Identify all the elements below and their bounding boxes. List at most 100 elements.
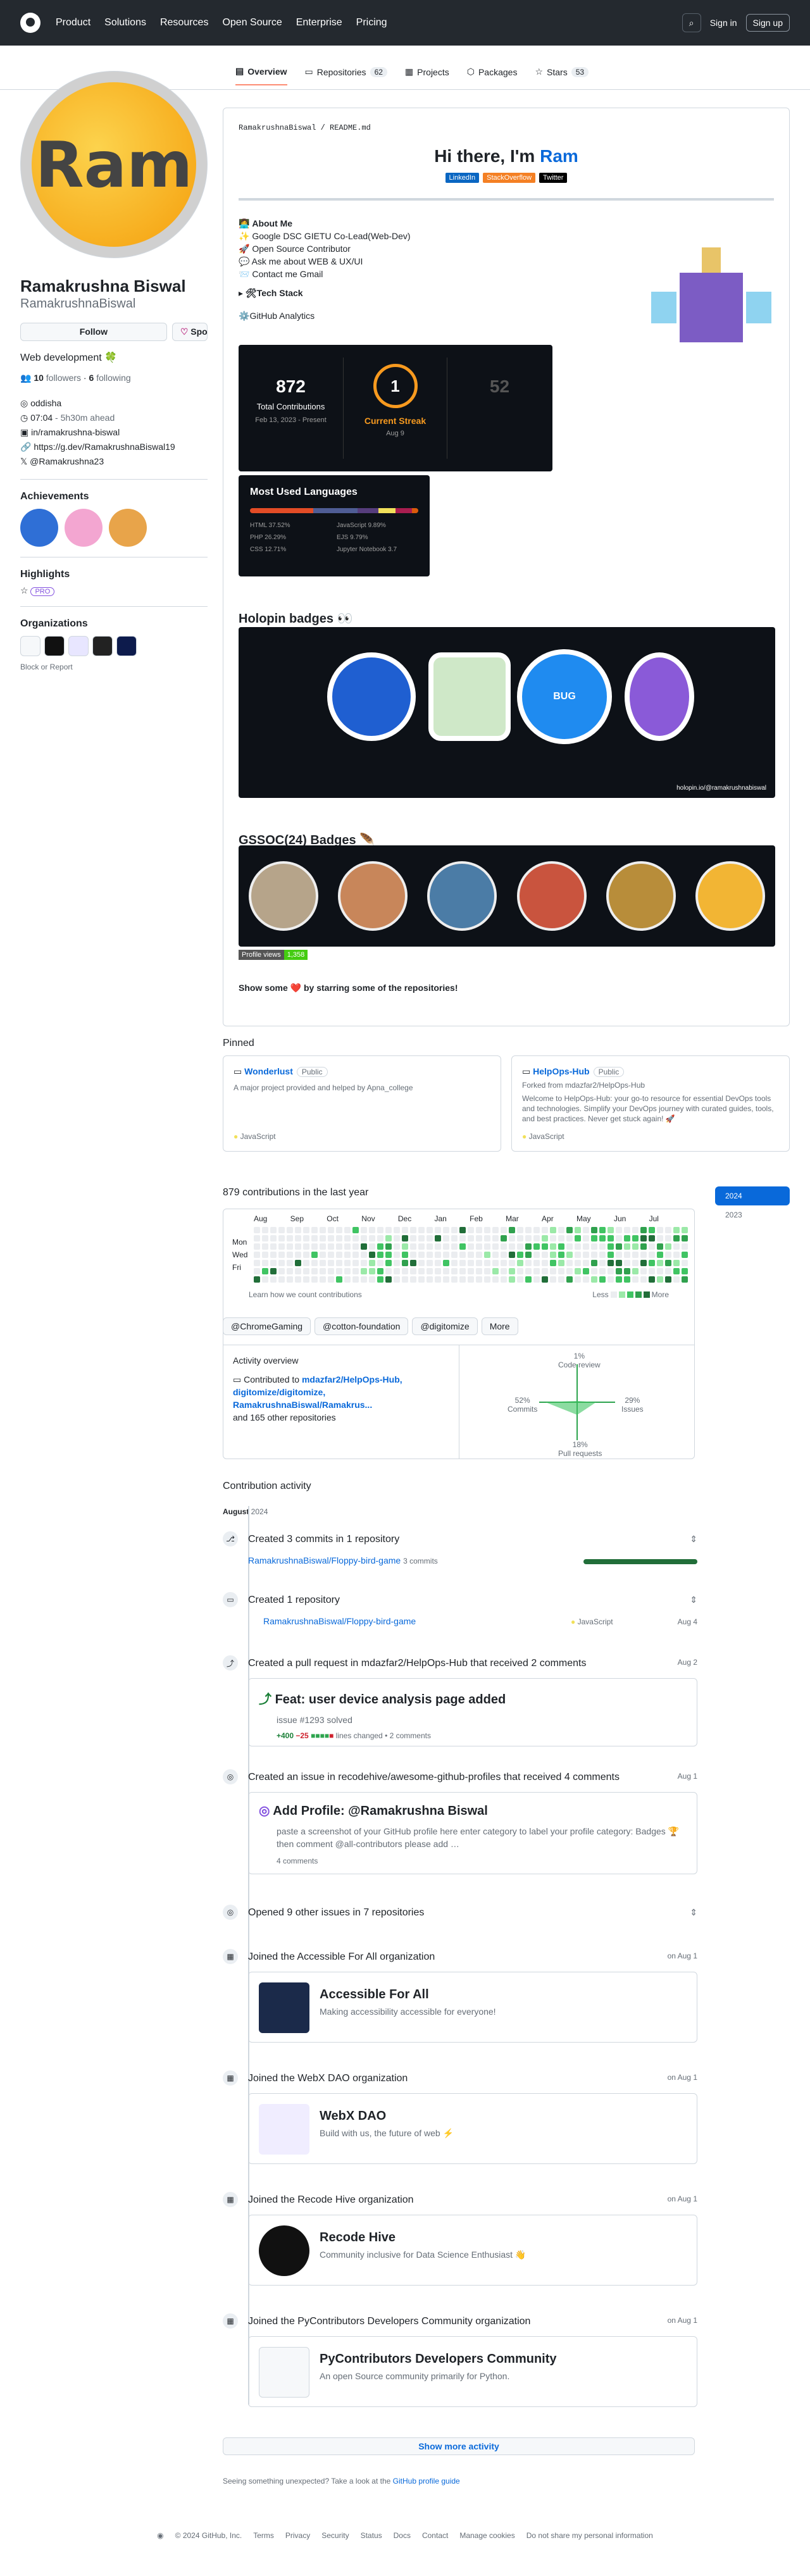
contribution-day[interactable] [608,1235,614,1241]
contribution-day[interactable] [435,1252,441,1258]
contribution-day[interactable] [369,1276,375,1283]
contribution-day[interactable] [468,1227,474,1233]
contribution-day[interactable] [287,1252,293,1258]
contribution-day[interactable] [657,1243,663,1250]
contribution-day[interactable] [682,1227,688,1233]
contribution-day[interactable] [295,1227,301,1233]
contribution-day[interactable] [369,1268,375,1274]
contribution-day[interactable] [682,1235,688,1241]
contribution-day[interactable] [344,1252,351,1258]
contribution-day[interactable] [303,1276,309,1283]
contribution-day[interactable] [575,1260,581,1266]
contribution-day[interactable] [501,1235,507,1241]
contribution-day[interactable] [385,1235,392,1241]
contribution-day[interactable] [320,1235,326,1241]
contribution-day[interactable] [443,1235,449,1241]
contribution-day[interactable] [533,1235,540,1241]
contribution-day[interactable] [591,1276,597,1283]
year-2023[interactable]: 2023 [715,1205,790,1224]
contribution-day[interactable] [385,1268,392,1274]
contribution-day[interactable] [270,1276,277,1283]
contribution-day[interactable] [459,1276,466,1283]
contribution-day[interactable] [583,1252,589,1258]
org-avatar[interactable] [20,635,40,656]
contribution-day[interactable] [295,1243,301,1250]
contribution-day[interactable] [336,1235,342,1241]
contribution-day[interactable] [427,1243,433,1250]
footer-link[interactable]: Security [321,2531,349,2540]
contribution-day[interactable] [616,1260,622,1266]
contribution-day[interactable] [682,1260,688,1266]
contribution-day[interactable] [402,1260,408,1266]
contribution-day[interactable] [550,1276,556,1283]
linkedin-badge[interactable]: LinkedIn [445,173,480,183]
followers-count[interactable]: 10 [34,373,44,383]
contribution-day[interactable] [509,1243,515,1250]
contribution-day[interactable] [599,1252,606,1258]
footer-link[interactable]: Do not share my personal information [526,2531,653,2540]
contribution-day[interactable] [418,1260,425,1266]
contribution-day[interactable] [542,1227,548,1233]
contribution-day[interactable] [550,1268,556,1274]
contribution-day[interactable] [377,1252,383,1258]
contribution-day[interactable] [336,1276,342,1283]
contribution-day[interactable] [525,1276,532,1283]
contribution-day[interactable] [254,1252,260,1258]
footer-link[interactable]: Terms [253,2531,274,2540]
contribution-day[interactable] [575,1268,581,1274]
commit-count[interactable]: 3 commits [403,1557,438,1565]
github-logo-icon[interactable] [20,13,40,33]
contribution-day[interactable] [254,1227,260,1233]
org-card[interactable]: Accessible For All Making accessibility … [248,1972,697,2043]
contribution-day[interactable] [459,1260,466,1266]
contribution-day[interactable] [575,1276,581,1283]
contribution-day[interactable] [616,1276,622,1283]
achievement-badge[interactable] [20,508,58,547]
contribution-day[interactable] [328,1235,334,1241]
contribution-day[interactable] [624,1243,630,1250]
contribution-day[interactable] [649,1276,655,1283]
contribution-day[interactable] [492,1227,499,1233]
contribution-day[interactable] [616,1268,622,1274]
contribution-day[interactable] [566,1260,573,1266]
contribution-day[interactable] [377,1235,383,1241]
sign-in-link[interactable]: Sign in [710,18,737,28]
contribution-day[interactable] [583,1243,589,1250]
contribution-day[interactable] [435,1243,441,1250]
contribution-day[interactable] [443,1276,449,1283]
contribution-day[interactable] [402,1243,408,1250]
contribution-day[interactable] [640,1235,647,1241]
org-avatar[interactable] [44,635,65,656]
contribution-day[interactable] [336,1252,342,1258]
contribution-day[interactable] [459,1243,466,1250]
search-icon[interactable]: ⌕ [682,13,701,32]
contribution-day[interactable] [344,1235,351,1241]
contribution-day[interactable] [624,1268,630,1274]
contribution-day[interactable] [303,1243,309,1250]
contribution-day[interactable] [369,1227,375,1233]
contribution-day[interactable] [624,1227,630,1233]
contribution-day[interactable] [501,1243,507,1250]
nav-open-source[interactable]: Open Source [222,17,282,28]
contribution-day[interactable] [591,1227,597,1233]
contribution-day[interactable] [402,1227,408,1233]
contribution-day[interactable] [262,1252,268,1258]
contribution-day[interactable] [435,1227,441,1233]
contribution-day[interactable] [509,1268,515,1274]
nav-product[interactable]: Product [56,17,90,28]
year-2024[interactable]: 2024 [715,1186,790,1205]
contribution-day[interactable] [476,1268,482,1274]
pr-card[interactable]: ⤴ Feat: user device analysis page added … [248,1678,697,1746]
contribution-day[interactable] [311,1243,318,1250]
contribution-day[interactable] [402,1235,408,1241]
contribution-day[interactable] [640,1260,647,1266]
contribution-day[interactable] [418,1276,425,1283]
contribution-day[interactable] [591,1260,597,1266]
org-avatar[interactable] [68,635,89,656]
contribution-day[interactable] [525,1227,532,1233]
contribution-day[interactable] [558,1276,564,1283]
sponsor-button[interactable]: ♡ Sponsor [171,322,208,341]
contribution-day[interactable] [361,1260,367,1266]
contribution-day[interactable] [542,1235,548,1241]
contribution-day[interactable] [484,1243,490,1250]
